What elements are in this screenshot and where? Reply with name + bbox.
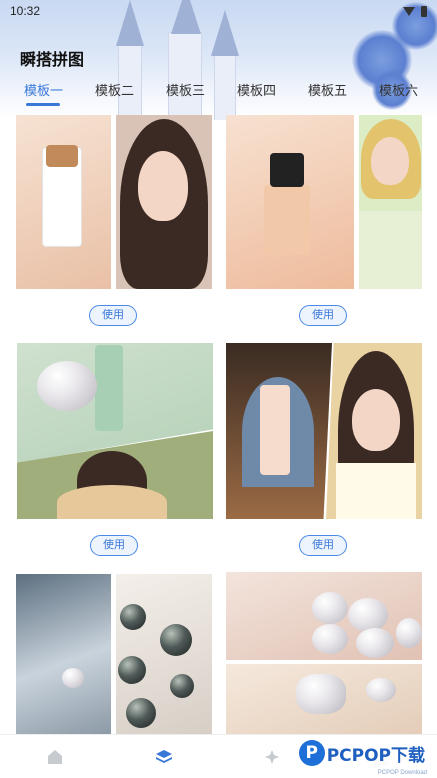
page-title: 瞬搭拼图: [20, 52, 85, 69]
shells-photo: [226, 664, 422, 734]
wifi-icon: [403, 6, 415, 16]
template-preview[interactable]: [17, 343, 213, 519]
use-template-button[interactable]: 使用: [299, 535, 347, 556]
watermark-logo-icon: P: [298, 740, 325, 766]
watermark-subtext: PCPOP Download: [377, 770, 427, 776]
home-icon[interactable]: [46, 749, 64, 765]
sparkle-icon[interactable]: [264, 749, 282, 765]
template-card: [16, 574, 212, 734]
status-bar: 10:32: [0, 0, 437, 22]
use-template-button[interactable]: 使用: [90, 535, 138, 556]
watermark-logo: P PCPOP下载: [294, 738, 429, 768]
status-time: 10:32: [10, 4, 41, 18]
product-photo: [226, 343, 332, 519]
template-preview[interactable]: [16, 574, 212, 734]
portrait-photo: [326, 343, 422, 519]
tab-template-2[interactable]: 模板二: [95, 80, 166, 106]
use-template-button[interactable]: 使用: [299, 305, 347, 326]
pearls-photo: [116, 574, 212, 734]
battery-icon: [421, 5, 427, 17]
tab-template-3[interactable]: 模板三: [166, 80, 237, 106]
template-preview[interactable]: [226, 115, 422, 291]
tab-template-6[interactable]: 模板六: [379, 80, 437, 106]
template-card: [226, 572, 422, 734]
watermark-text: PCPOP下载: [326, 745, 425, 766]
tab-template-5[interactable]: 模板五: [308, 80, 379, 106]
portrait-photo: [359, 115, 422, 289]
template-card: 使用: [226, 343, 422, 556]
template-card: 使用: [17, 343, 213, 556]
template-card: 使用: [16, 115, 212, 326]
template-tabs: 模板一 模板二 模板三 模板四 模板五 模板六: [0, 80, 437, 106]
product-photo: [16, 115, 111, 289]
tab-template-4[interactable]: 模板四: [237, 80, 308, 106]
use-template-button[interactable]: 使用: [89, 305, 137, 326]
product-photo: [16, 574, 111, 734]
portrait-photo: [116, 115, 212, 289]
template-preview[interactable]: [226, 572, 422, 734]
layers-icon[interactable]: [155, 749, 173, 765]
pearls-photo: [226, 572, 422, 660]
template-card: 使用: [226, 115, 422, 326]
tab-template-1[interactable]: 模板一: [24, 80, 95, 106]
product-photo: [226, 115, 354, 289]
template-preview[interactable]: [226, 343, 422, 519]
template-preview[interactable]: [16, 115, 212, 291]
